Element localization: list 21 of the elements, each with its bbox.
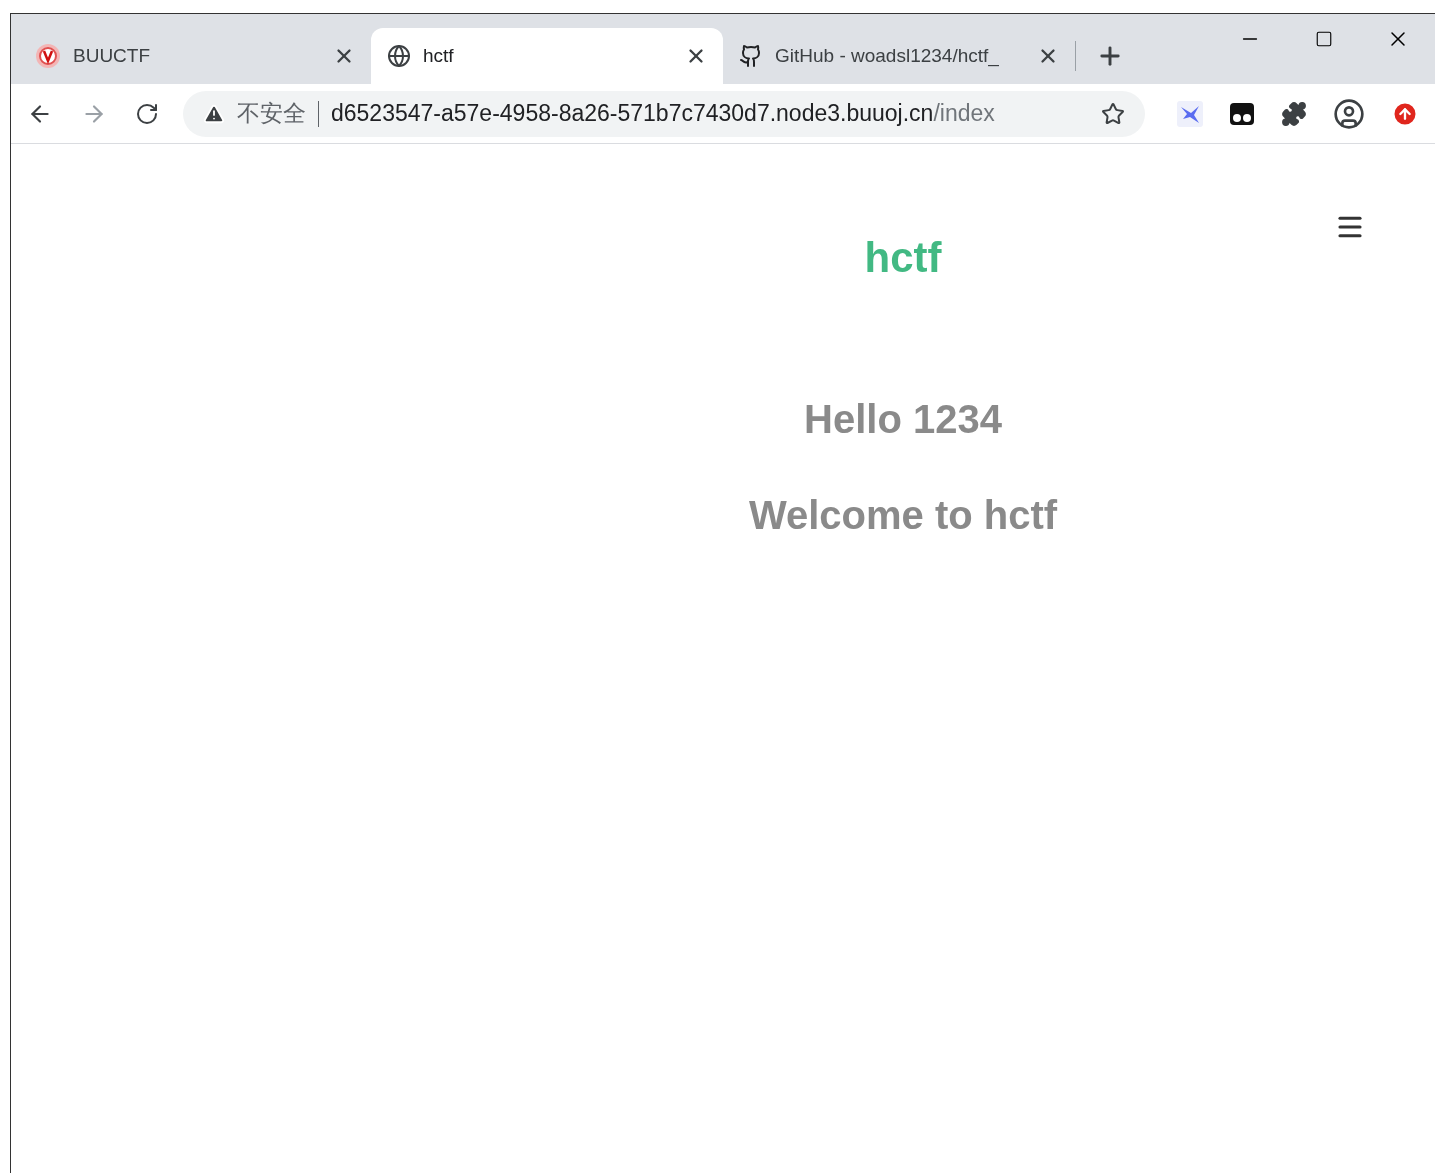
browser-tab[interactable]: hctf (371, 28, 723, 84)
github-icon (739, 44, 763, 68)
extensions-icon[interactable] (1281, 100, 1307, 127)
tab-title: hctf (423, 43, 455, 68)
bookmark-star-icon[interactable] (1101, 101, 1125, 126)
mask-icon[interactable] (1229, 100, 1255, 127)
emblem-icon (35, 43, 61, 69)
url-text: d6523547-a57e-4958-8a26-571b7c7430d7.node3.buuoj.cn/index (331, 99, 996, 129)
browser-tab[interactable]: GitHub - woadsl1234/hctf_ (723, 28, 1075, 84)
address-bar[interactable]: 不安全 d6523547-a57e-4958-8a26-571b7c7430d7.node3.buuoj.cn/index (183, 90, 1145, 137)
profile-icon[interactable] (1333, 97, 1365, 130)
welcome-text: Welcome to hctf (748, 492, 1058, 539)
tab-title: BUUCTF (73, 43, 152, 68)
tab-title: GitHub - woadsl1234/hctf_ (775, 43, 1000, 69)
warning-icon (203, 102, 225, 125)
bird-icon[interactable] (1177, 100, 1203, 127)
reload-icon[interactable] (135, 101, 159, 126)
browser-tab[interactable]: BUUCTF (19, 28, 371, 84)
greeting-text: Hello 1234 (804, 396, 1002, 443)
security-label: 不安全 (237, 99, 306, 129)
globe-icon (387, 44, 411, 68)
